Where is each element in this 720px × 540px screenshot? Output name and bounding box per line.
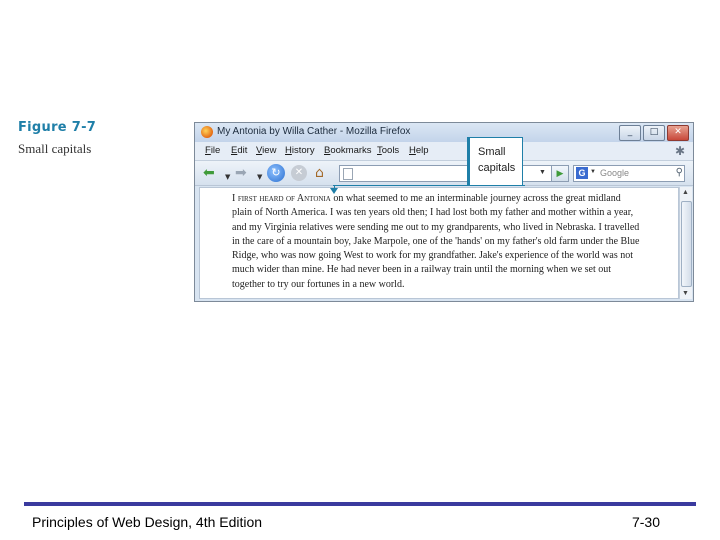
body-paragraph: I first heard of Antonia on what seemed …	[232, 192, 642, 292]
search-box[interactable]: G ▼ Google ⚲	[573, 165, 685, 182]
address-bar[interactable]	[339, 165, 569, 182]
menu-edit[interactable]: Edit	[231, 145, 247, 156]
forward-arrow-icon[interactable]: ➡	[235, 165, 247, 181]
menu-tools[interactable]: Tools	[377, 145, 399, 156]
back-arrow-icon[interactable]: ⬅	[203, 165, 215, 181]
scroll-down-icon[interactable]: ▼	[682, 290, 689, 297]
page-content: I first heard of Antonia on what seemed …	[199, 187, 679, 299]
window-title: My Antonia by Willa Cather - Mozilla Fir…	[217, 126, 411, 137]
callout-box: Small capitals	[467, 137, 523, 185]
small-caps-lead: I first heard of Antonia	[232, 193, 331, 204]
forward-history-dropdown-icon[interactable]: ▼	[257, 169, 262, 185]
callout-line-1: Small	[478, 146, 506, 158]
vertical-scrollbar[interactable]: ▲ ▼	[679, 187, 692, 299]
callout-arrow-icon	[330, 188, 338, 194]
menu-bookmarks[interactable]: Bookmarks	[324, 145, 372, 156]
menu-bar: File Edit View History Bookmarks Tools H…	[195, 142, 693, 161]
footer-rule	[24, 502, 696, 506]
slide-number: 7-30	[631, 514, 660, 530]
home-icon[interactable]: ⌂	[315, 165, 324, 181]
reload-icon[interactable]: ↻	[267, 164, 285, 182]
scroll-up-icon[interactable]: ▲	[682, 189, 689, 196]
page-icon	[343, 168, 353, 180]
close-button[interactable]: ✕	[667, 125, 689, 141]
back-history-dropdown-icon[interactable]: ▼	[225, 169, 230, 185]
menu-history[interactable]: History	[285, 145, 315, 156]
search-magnifier-icon[interactable]: ⚲	[676, 167, 683, 178]
maximize-button[interactable]: □	[643, 125, 665, 141]
minimize-button[interactable]: _	[619, 125, 641, 141]
firefox-logo-icon	[201, 126, 213, 138]
menu-help[interactable]: Help	[409, 145, 429, 156]
figure-caption: Small capitals	[18, 141, 92, 156]
google-engine-icon[interactable]: G	[576, 167, 588, 179]
search-engine-dropdown-icon[interactable]: ▼	[590, 169, 596, 175]
navigation-toolbar: ⬅ ▼ ➡ ▼ ↻ ✕ ⌂ ▼ ▶ G ▼ Google ⚲	[195, 161, 693, 186]
activity-throbber-icon: ✱	[674, 144, 685, 158]
figure-label: Figure 7-7	[18, 120, 97, 135]
callout-leader-line	[333, 185, 525, 186]
window-controls: _ □ ✕	[619, 125, 689, 141]
callout-line-2: capitals	[478, 162, 516, 174]
address-dropdown-icon[interactable]: ▼	[539, 169, 546, 176]
paragraph-text: on what seemed to me an interminable jou…	[232, 193, 640, 290]
browser-window: My Antonia by Willa Cather - Mozilla Fir…	[194, 122, 694, 302]
menu-file[interactable]: File	[205, 145, 220, 156]
title-bar: My Antonia by Willa Cather - Mozilla Fir…	[195, 123, 693, 142]
menu-view[interactable]: View	[256, 145, 276, 156]
stop-icon[interactable]: ✕	[291, 165, 307, 181]
scroll-thumb[interactable]	[681, 201, 692, 287]
search-placeholder: Google	[600, 168, 630, 178]
go-button[interactable]: ▶	[551, 165, 569, 182]
footer-title: Principles of Web Design, 4th Edition	[32, 514, 263, 530]
